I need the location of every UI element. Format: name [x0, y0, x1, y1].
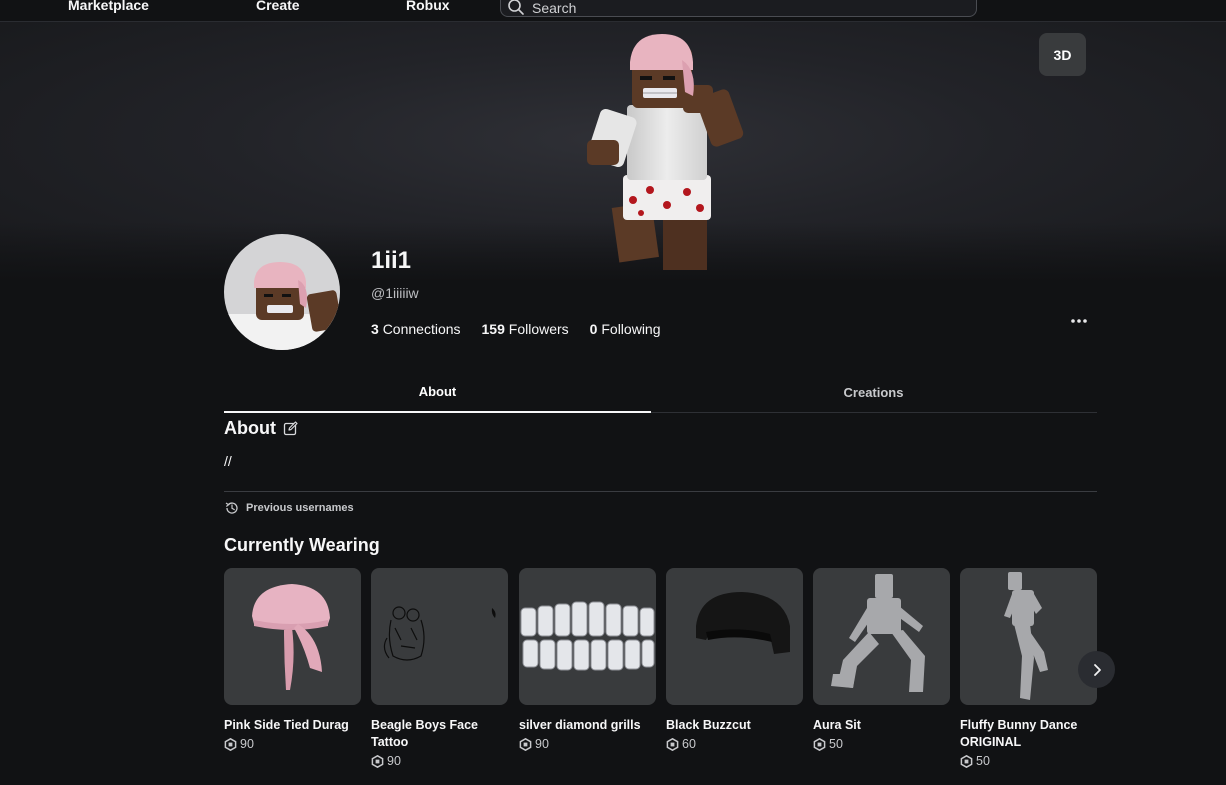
currently-wearing-heading: Currently Wearing	[224, 535, 380, 555]
item-price: 90	[224, 737, 361, 751]
profile-tabs: About Creations	[224, 371, 1097, 413]
item-price-value: 50	[976, 754, 990, 768]
history-icon	[225, 502, 238, 514]
item-name[interactable]: Beagle Boys Face Tattoo	[371, 717, 508, 751]
tab-about[interactable]: About	[224, 371, 651, 413]
item-price-value: 90	[387, 754, 401, 768]
wearing-item-card[interactable]: Fluffy Bunny Dance ORIGINAL 50	[960, 568, 1097, 768]
nav-link-marketplace[interactable]: Marketplace	[68, 0, 149, 13]
tab-creations[interactable]: Creations	[660, 371, 1087, 413]
following-label: Following	[601, 321, 661, 337]
item-price: 60	[666, 737, 803, 751]
robux-icon	[813, 737, 826, 751]
item-thumbnail[interactable]	[224, 568, 361, 705]
display-name: 1ii1	[371, 247, 412, 274]
item-name[interactable]: Black Buzzcut	[666, 717, 803, 734]
username: @1iiiiiw	[371, 285, 419, 301]
robux-icon	[519, 737, 532, 751]
profile-stats: 3 Connections 159 Followers 0 Following	[371, 321, 661, 337]
item-name[interactable]: Aura Sit	[813, 717, 950, 734]
item-price-value: 90	[535, 737, 549, 751]
item-thumbnail[interactable]	[371, 568, 508, 705]
item-name[interactable]: silver diamond grills	[519, 717, 656, 734]
wearing-item-card[interactable]: Black Buzzcut 60	[666, 568, 803, 751]
previous-usernames-button[interactable]: Previous usernames	[224, 500, 354, 516]
item-price: 50	[813, 737, 950, 751]
item-name[interactable]: Pink Side Tied Durag	[224, 717, 361, 734]
previous-usernames-label: Previous usernames	[246, 502, 354, 514]
item-price: 50	[960, 754, 1097, 768]
currently-wearing-list: Pink Side Tied Durag 90 Beagle Boys Face…	[224, 568, 1097, 785]
item-thumbnail[interactable]	[519, 568, 656, 705]
following-stat[interactable]: 0 Following	[590, 321, 661, 337]
robux-icon	[960, 754, 973, 768]
item-thumbnail[interactable]	[813, 568, 950, 705]
followers-label: Followers	[508, 321, 569, 337]
about-description: //	[224, 453, 232, 469]
connections-count: 3	[371, 321, 379, 337]
wearing-item-card[interactable]: Beagle Boys Face Tattoo 90	[371, 568, 508, 768]
avatar-full-body-image[interactable]	[575, 30, 755, 275]
view-3d-button[interactable]: 3D	[1039, 33, 1086, 76]
about-heading: About	[224, 418, 276, 438]
item-price-value: 90	[240, 737, 254, 751]
search-icon	[508, 0, 524, 15]
nav-link-robux[interactable]: Robux	[406, 0, 450, 13]
item-price-value: 60	[682, 737, 696, 751]
followers-stat[interactable]: 159 Followers	[482, 321, 569, 337]
robux-icon	[224, 737, 237, 751]
avatar-headshot[interactable]	[224, 234, 340, 350]
about-divider	[224, 491, 1097, 492]
edit-icon[interactable]	[283, 421, 298, 436]
item-thumbnail[interactable]	[960, 568, 1097, 705]
carousel-next-button[interactable]	[1078, 651, 1115, 688]
item-thumbnail[interactable]	[666, 568, 803, 705]
item-price: 90	[371, 754, 508, 768]
chevron-right-icon	[1093, 663, 1101, 676]
wearing-item-card[interactable]: silver diamond grills 90	[519, 568, 656, 751]
wearing-item-card[interactable]: Pink Side Tied Durag 90	[224, 568, 361, 751]
search-placeholder: Search	[532, 0, 577, 16]
more-options-icon[interactable]	[1066, 311, 1092, 331]
item-name[interactable]: Fluffy Bunny Dance ORIGINAL	[960, 717, 1097, 751]
wearing-item-card[interactable]: Aura Sit 50	[813, 568, 950, 751]
connections-stat[interactable]: 3 Connections	[371, 321, 461, 337]
nav-link-create[interactable]: Create	[256, 0, 300, 13]
item-price-value: 50	[829, 737, 843, 751]
robux-icon	[666, 737, 679, 751]
connections-label: Connections	[382, 321, 461, 337]
robux-icon	[371, 754, 384, 768]
followers-count: 159	[481, 321, 505, 337]
search-input[interactable]: Search	[500, 0, 977, 17]
item-price: 90	[519, 737, 656, 751]
top-navigation: Marketplace Create Robux Search	[0, 0, 1226, 22]
following-count: 0	[589, 321, 598, 337]
